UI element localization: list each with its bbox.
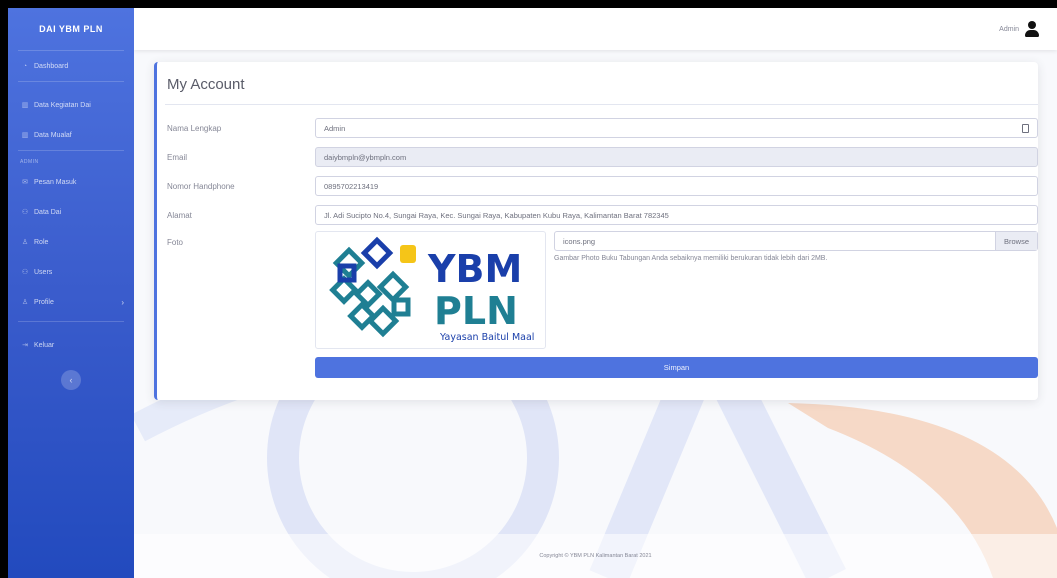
logo-yellow-square bbox=[400, 245, 416, 263]
address-field[interactable]: Jl. Adi Sucipto No.4, Sungai Raya, Kec. … bbox=[315, 205, 1038, 225]
name-label: Nama Lengkap bbox=[167, 124, 222, 133]
users-icon: ⚇ bbox=[21, 209, 29, 216]
topbar-user-name[interactable]: Admin bbox=[999, 26, 1019, 33]
user-icon: ♙ bbox=[21, 299, 29, 306]
sidebar-item-logout[interactable]: ⇥ Keluar bbox=[8, 330, 134, 360]
address-value: Jl. Adi Sucipto No.4, Sungai Raya, Kec. … bbox=[324, 210, 669, 220]
email-field: daiybmpln@ybmpln.com bbox=[315, 147, 1038, 167]
chart-icon: ▥ bbox=[21, 102, 29, 109]
sidebar-item-data-dai[interactable]: ⚇ Data Dai bbox=[8, 197, 134, 227]
chevron-left-icon: ‹ bbox=[69, 375, 73, 385]
save-button[interactable]: Simpan bbox=[315, 357, 1038, 378]
sidebar-brand[interactable]: DAI YBM PLN bbox=[8, 8, 134, 50]
phone-field[interactable]: 0895702213419 bbox=[315, 176, 1038, 196]
topbar: Admin bbox=[134, 8, 1057, 50]
sidebar-toggle-button[interactable]: ‹ bbox=[61, 370, 81, 390]
account-card: My Account Nama Lengkap Admin Email daiy… bbox=[154, 62, 1038, 400]
name-value: Admin bbox=[324, 123, 346, 133]
email-label: Email bbox=[167, 153, 188, 162]
user-icon: ♙ bbox=[21, 239, 29, 246]
sidebar-item-profile[interactable]: ♙ Profile › bbox=[8, 287, 134, 317]
ybm-pln-logo: YBM PLN Yayasan Baitul Maal bbox=[329, 236, 534, 343]
browse-button[interactable]: Browse bbox=[994, 232, 1037, 250]
profile-photo-preview: YBM PLN Yayasan Baitul Maal bbox=[315, 231, 546, 349]
app-frame: DAI YBM PLN ◔ Dashboard ▥ Data Kegiatan … bbox=[8, 8, 1057, 578]
sidebar-item-dashboard[interactable]: ◔ Dashboard bbox=[8, 51, 134, 81]
sidebar: DAI YBM PLN ◔ Dashboard ▥ Data Kegiatan … bbox=[8, 8, 134, 578]
chart-icon: ▥ bbox=[21, 132, 29, 139]
user-avatar-icon[interactable] bbox=[1025, 21, 1039, 37]
phone-label: Nomor Handphone bbox=[167, 182, 235, 191]
id-card-icon bbox=[1022, 124, 1029, 133]
sidebar-item-users[interactable]: ⚇ Users bbox=[8, 257, 134, 287]
email-value: daiybmpln@ybmpln.com bbox=[324, 152, 407, 162]
envelope-icon: ✉ bbox=[22, 179, 28, 186]
photo-label: Foto bbox=[167, 238, 184, 247]
sidebar-item-label: Data Mualaf bbox=[34, 131, 72, 139]
users-icon: ⚇ bbox=[21, 269, 29, 276]
sidebar-item-data-kegiatan-dai[interactable]: ▥ Data Kegiatan Dai bbox=[8, 90, 134, 120]
logo-text-pln: PLN bbox=[434, 289, 518, 333]
sidebar-item-label: Data Dai bbox=[34, 208, 62, 216]
sidebar-item-label: Profile bbox=[34, 298, 54, 306]
chevron-right-icon: › bbox=[121, 297, 124, 307]
logo-text-ybm: YBM bbox=[427, 247, 522, 291]
sidebar-item-label: Data Kegiatan Dai bbox=[34, 101, 91, 109]
sidebar-item-label: Keluar bbox=[34, 341, 55, 349]
sidebar-heading: ADMIN bbox=[20, 159, 39, 165]
photo-help-text: Gambar Photo Buku Tabungan Anda sebaikny… bbox=[554, 255, 828, 262]
phone-value: 0895702213419 bbox=[324, 181, 379, 191]
sidebar-item-role[interactable]: ♙ Role bbox=[8, 227, 134, 257]
sidebar-item-label: Users bbox=[34, 268, 53, 276]
sidebar-item-label: Pesan Masuk bbox=[34, 178, 77, 186]
sidebar-item-label: Dashboard bbox=[34, 62, 69, 70]
sidebar-item-pesan-masuk[interactable]: ✉ Pesan Masuk bbox=[8, 167, 134, 197]
tachometer-icon: ◔ bbox=[22, 62, 28, 70]
sign-out-icon: ⇥ bbox=[22, 342, 28, 349]
logo-tagline: Yayasan Baitul Maal bbox=[439, 332, 534, 343]
photo-file-name: icons.png bbox=[563, 236, 596, 246]
sidebar-item-data-mualaf[interactable]: ▥ Data Mualaf bbox=[8, 120, 134, 150]
card-divider bbox=[165, 104, 1038, 105]
sidebar-item-label: Role bbox=[34, 238, 49, 246]
address-label: Alamat bbox=[167, 211, 192, 220]
page-title: My Account bbox=[167, 76, 245, 93]
photo-file-input[interactable]: icons.png Browse bbox=[554, 231, 1038, 251]
name-field[interactable]: Admin bbox=[315, 118, 1038, 138]
footer-copyright: Copyright © YBM PLN Kalimantan Barat 202… bbox=[134, 534, 1057, 578]
